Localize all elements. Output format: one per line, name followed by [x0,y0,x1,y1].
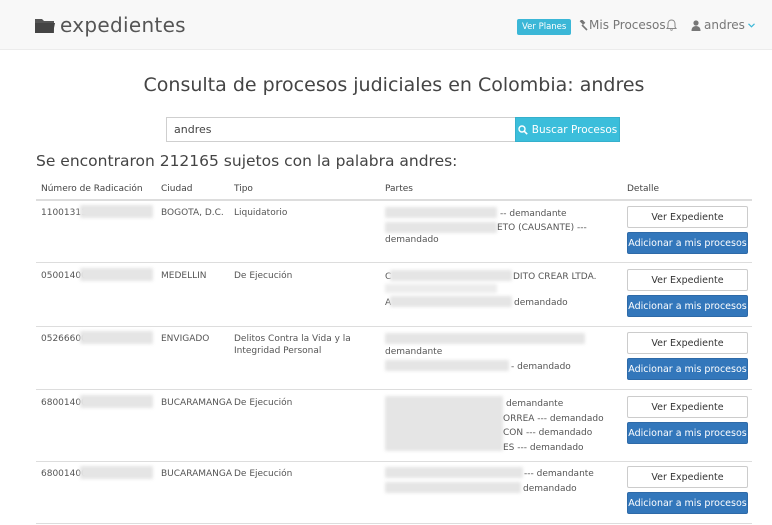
mis-procesos-link[interactable]: Mis Procesos [577,18,666,32]
header-ciudad: Ciudad [161,184,193,194]
partes-line: demandante [506,399,564,409]
row-divider [36,326,752,327]
redacted-text [385,222,497,233]
header-tipo: Tipo [234,184,253,194]
redacted-text [385,396,503,451]
ver-expediente-button[interactable]: Ver Expediente [627,466,748,488]
adicionar-button[interactable]: Adicionar a mis procesos [627,492,748,514]
partes-line: DITO CREAR LTDA. [513,272,597,282]
tipo-cell: De Ejecución [234,271,293,281]
page-title: Consulta de procesos judiciales en Colom… [143,74,645,96]
adicionar-button[interactable]: Adicionar a mis procesos [627,358,748,380]
ciudad-cell: MEDELLIN [161,271,207,281]
ver-planes-button[interactable]: Ver Planes [517,19,572,35]
partes-line: ORREA --- demandado [503,414,604,424]
folder-icon [35,19,55,33]
partes-line: --- demandante [524,469,594,479]
user-name: andres [704,18,745,32]
redacted-text [390,296,512,307]
redacted-text [80,395,153,408]
partes-line: -- demandante [500,209,567,219]
tipo-cell: Delitos Contra la Vida y la Integridad P… [234,334,351,356]
partes-line: demandado [523,484,577,494]
redacted-text [385,360,509,371]
ver-expediente-button[interactable]: Ver Expediente [627,206,748,228]
redacted-text [385,284,497,293]
buscar-procesos-label: Buscar Procesos [531,123,618,136]
row-divider [36,389,752,390]
partes-line: demandado [514,298,568,308]
buscar-procesos-button[interactable]: Buscar Procesos [515,117,620,142]
redacted-text [385,207,497,218]
row-divider [36,262,752,263]
redacted-text [390,270,512,281]
ciudad-cell: BOGOTA, D.C. [161,208,224,218]
ver-expediente-button[interactable]: Ver Expediente [627,396,748,418]
navbar: expedientes Ver Planes Mis Procesos andr… [0,0,772,50]
ver-expediente-button[interactable]: Ver Expediente [627,332,748,354]
partes-line: ES --- demandado [503,443,584,453]
adicionar-button[interactable]: Adicionar a mis procesos [627,232,748,254]
results-title: Se encontraron 212165 sujetos con la pal… [36,152,458,170]
user-icon [691,19,701,31]
ver-expediente-button[interactable]: Ver Expediente [627,269,748,291]
tipo-cell: Liquidatorio [234,208,288,218]
row-divider [36,461,752,462]
gavel-icon [579,19,588,31]
partes-line: ETO (CAUSANTE) --- [497,223,587,233]
redacted-text [385,467,523,478]
adicionar-button[interactable]: Adicionar a mis procesos [627,422,748,444]
partes-line: CON --- demandado [503,428,593,438]
search-icon [518,124,528,135]
redacted-text [385,333,585,344]
header-radicacion: Número de Radicación [41,184,143,194]
ciudad-cell: BUCARAMANGA [161,398,233,408]
redacted-text [80,466,153,479]
redacted-text [80,268,153,281]
ciudad-cell: ENVIGADO [161,334,210,344]
user-menu[interactable]: andres [691,18,755,32]
ciudad-cell: BUCARAMANGA [161,469,233,479]
bell-icon[interactable] [666,19,677,31]
search-input[interactable] [166,117,515,142]
tipo-cell: De Ejecución [234,398,293,408]
header-partes: Partes [385,184,413,194]
mis-procesos-label: Mis Procesos [589,18,666,32]
row-divider [36,523,752,524]
adicionar-button[interactable]: Adicionar a mis procesos [627,295,748,317]
brand-name: expedientes [60,13,186,37]
tipo-cell: De Ejecución [234,469,293,479]
chevron-down-icon [747,22,755,28]
partes-line: demandante [385,347,443,357]
partes-line: demandado [385,235,439,245]
table-header-divider [36,199,752,201]
redacted-text [80,331,153,344]
brand[interactable]: expedientes [34,12,186,38]
redacted-text [80,205,153,218]
header-detalle: Detalle [627,184,660,194]
redacted-text [385,482,521,493]
partes-line: - demandado [511,362,571,372]
